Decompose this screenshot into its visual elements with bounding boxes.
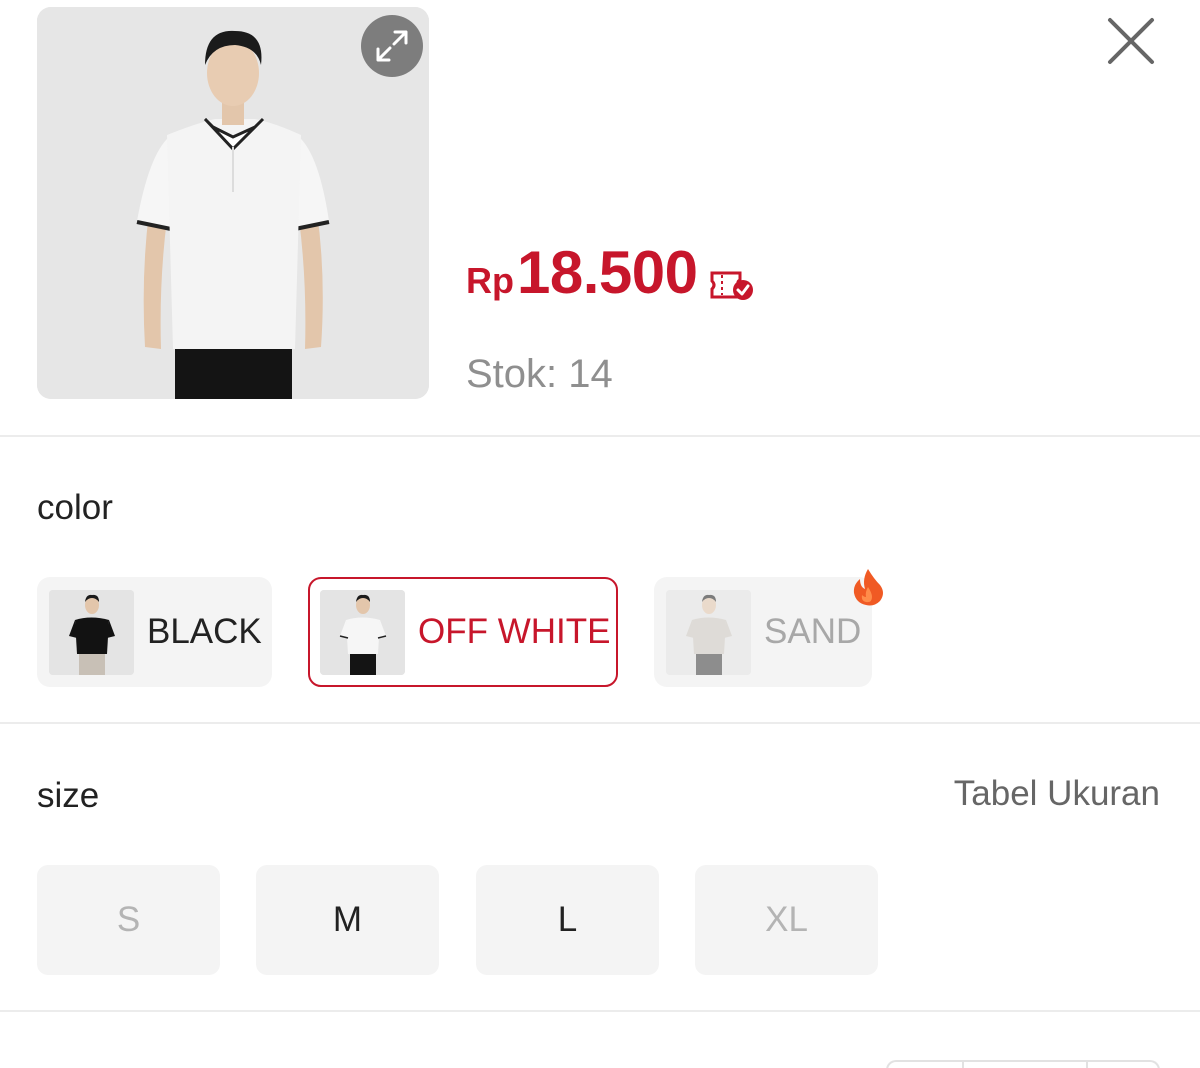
price-value: 18.500 bbox=[517, 239, 698, 306]
divider bbox=[0, 722, 1200, 724]
price-currency: Rp bbox=[466, 260, 514, 301]
stepper-divider bbox=[1086, 1062, 1088, 1068]
voucher-check-icon bbox=[710, 271, 753, 300]
color-option-label: SAND bbox=[764, 612, 862, 651]
color-option-label: BLACK bbox=[147, 612, 262, 651]
close-button[interactable] bbox=[1102, 12, 1160, 70]
stepper-divider bbox=[962, 1062, 964, 1068]
color-section-title: color bbox=[37, 488, 113, 527]
divider bbox=[0, 435, 1200, 437]
product-variant-sheet: Rp 18.500 Stok: 14 color BLACK OFF WHITE… bbox=[0, 0, 1200, 1068]
size-section-title: size bbox=[37, 776, 100, 815]
close-icon bbox=[1108, 18, 1154, 64]
stock-text: Stok: 14 bbox=[466, 352, 613, 396]
color-option-off-white[interactable]: OFF WHITE bbox=[308, 577, 618, 687]
size-option-xl[interactable]: XL bbox=[695, 865, 878, 975]
color-thumbnail bbox=[49, 589, 134, 675]
size-option-l[interactable]: L bbox=[476, 865, 659, 975]
expand-image-button[interactable] bbox=[361, 15, 423, 77]
divider bbox=[0, 1010, 1200, 1012]
color-thumbnail bbox=[320, 589, 405, 675]
product-image[interactable] bbox=[37, 7, 429, 399]
color-option-black[interactable]: BLACK bbox=[37, 577, 272, 687]
size-chart-link[interactable]: Tabel Ukuran bbox=[954, 774, 1160, 814]
quantity-stepper[interactable] bbox=[886, 1060, 1160, 1068]
color-option-sand[interactable]: SAND bbox=[654, 569, 883, 687]
price: Rp 18.500 bbox=[466, 238, 754, 318]
size-option-s[interactable]: S bbox=[37, 865, 220, 975]
fire-icon bbox=[853, 569, 883, 606]
size-option-m[interactable]: M bbox=[256, 865, 439, 975]
expand-arrows-icon bbox=[376, 30, 408, 62]
color-thumbnail bbox=[666, 589, 751, 675]
color-option-label: OFF WHITE bbox=[418, 612, 611, 651]
